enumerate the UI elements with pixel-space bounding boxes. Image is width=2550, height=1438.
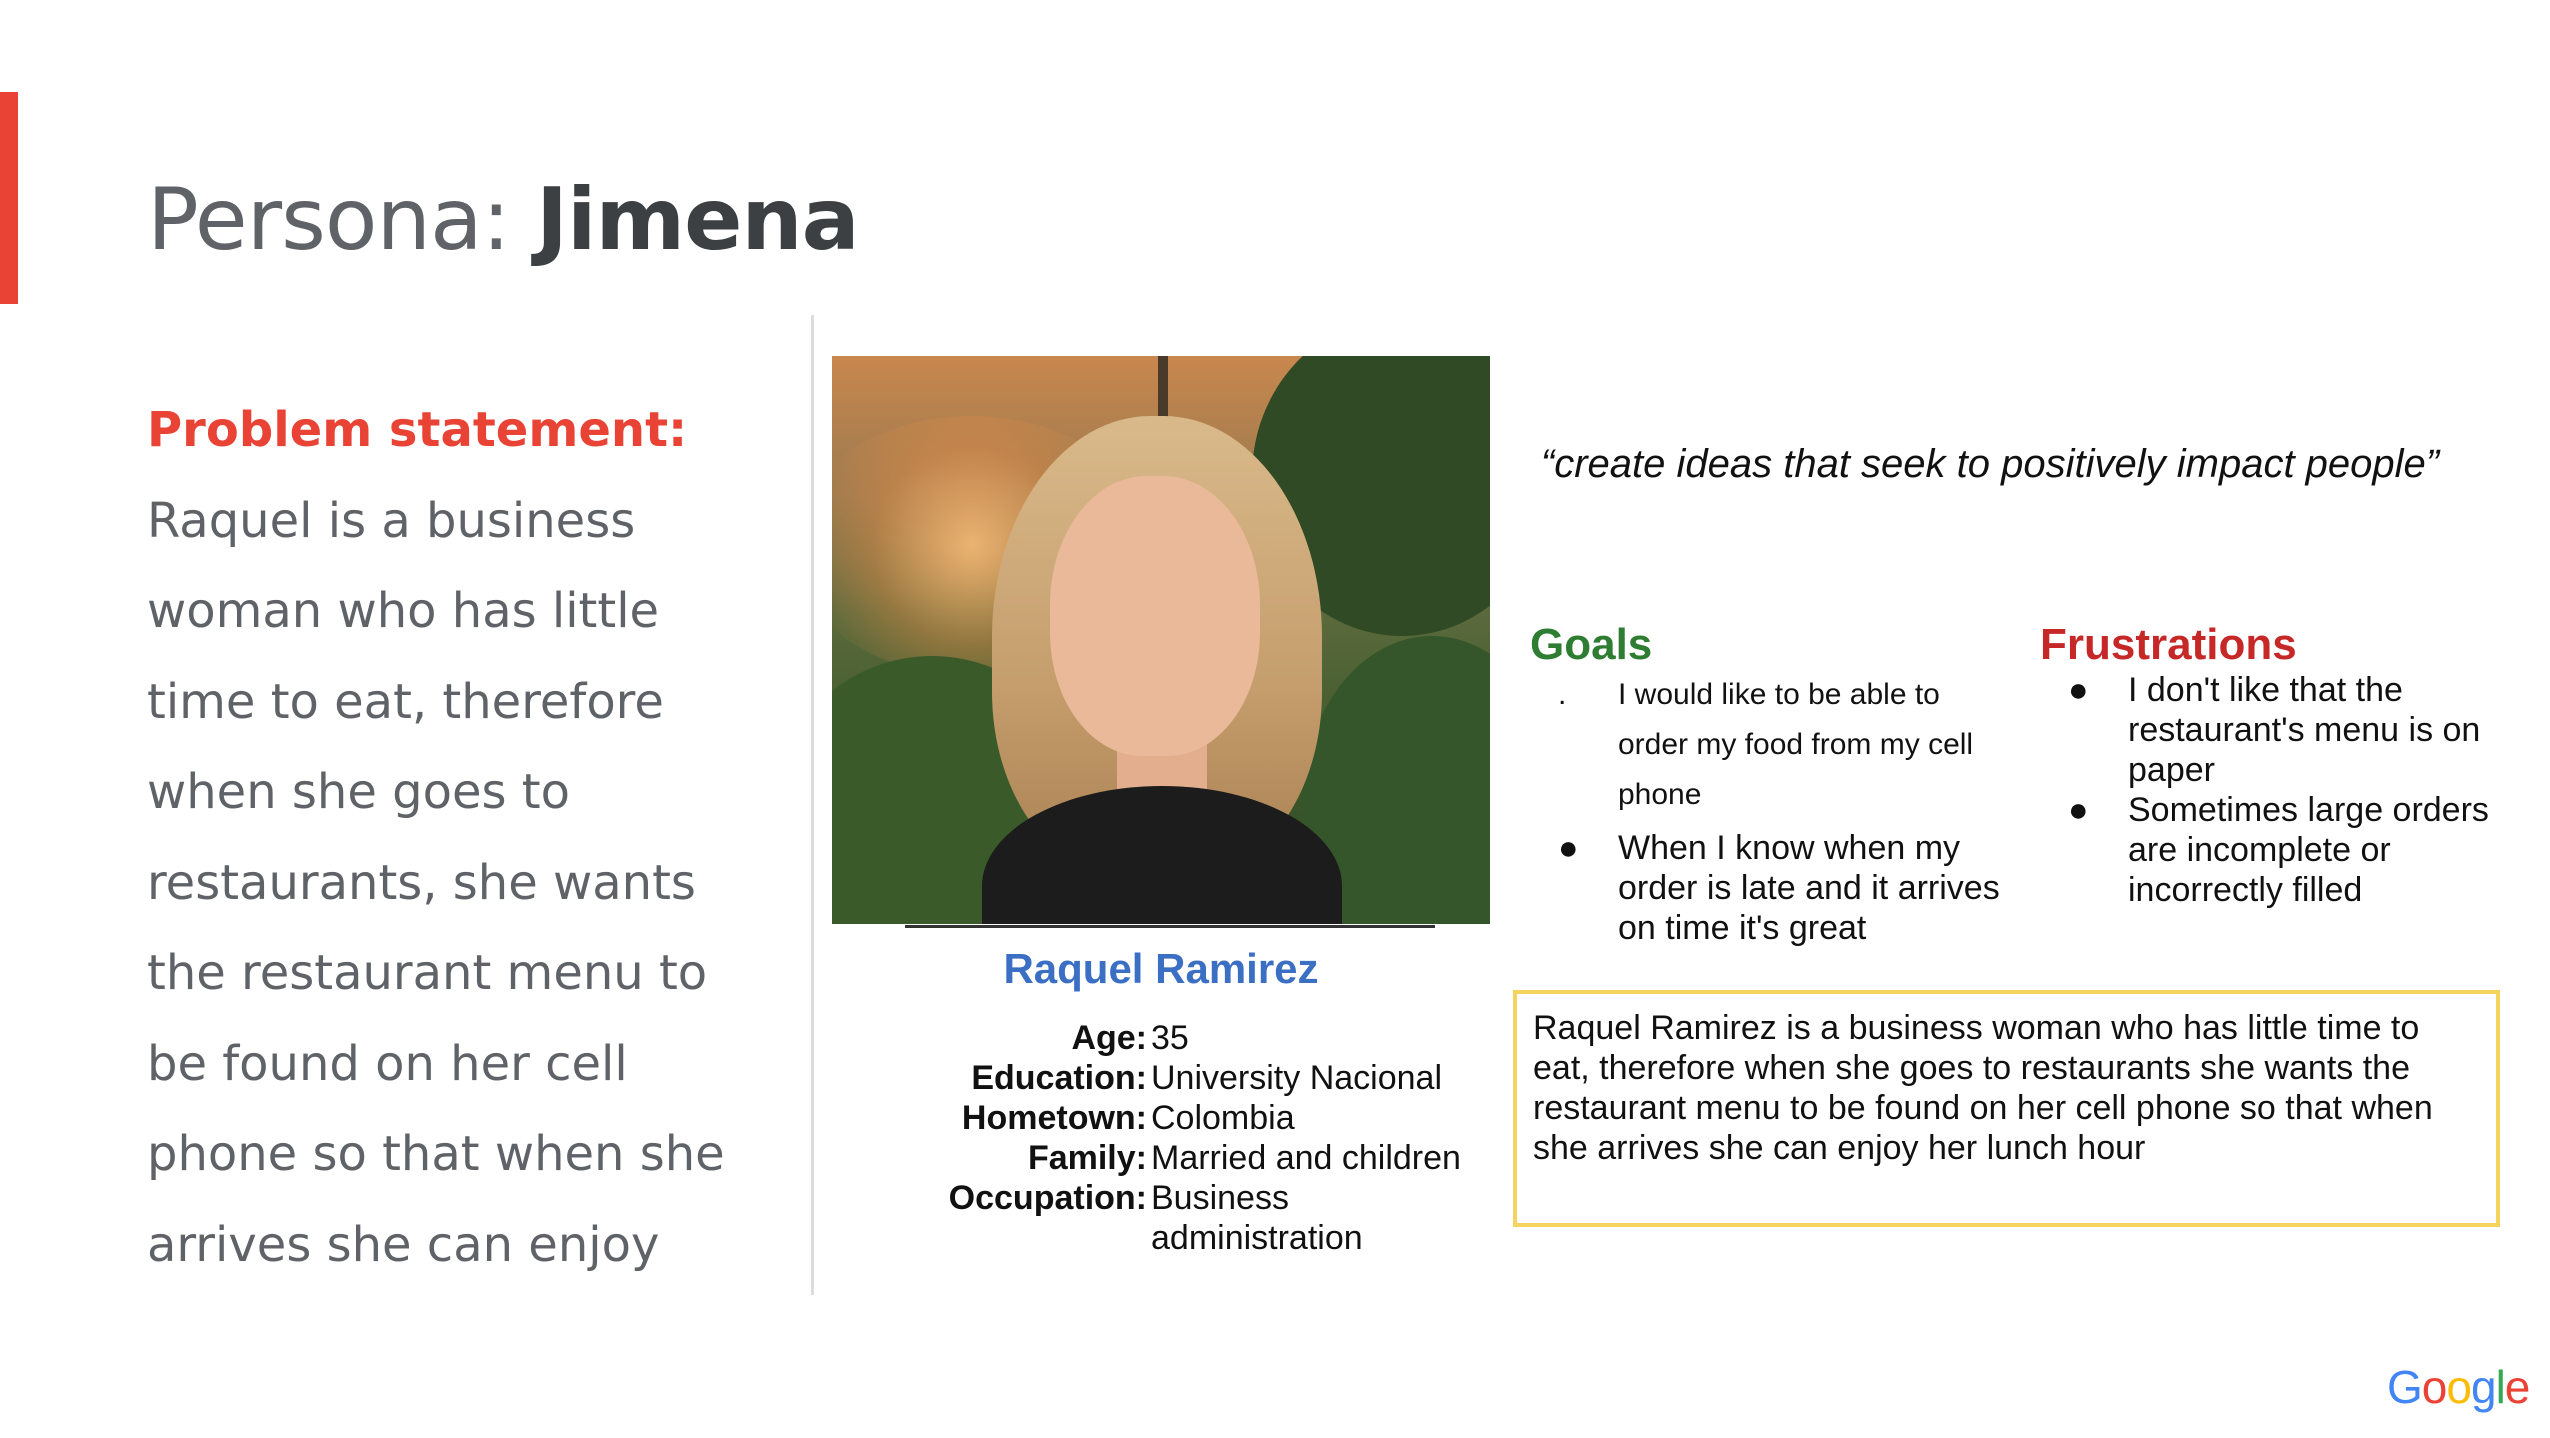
persona-quote: “create ideas that seek to positively im…	[1540, 442, 2440, 486]
logo-letter: o	[2446, 1361, 2472, 1413]
fact-value: Married and children	[1151, 1139, 1461, 1177]
slide-title: Persona: Jimena	[147, 170, 860, 270]
photo-face	[1050, 476, 1260, 756]
fact-key: Hometown:	[961, 1099, 1147, 1137]
persona-photo	[832, 356, 1490, 924]
photo-underline	[905, 925, 1435, 928]
title-persona-name: Jimena	[536, 170, 860, 270]
fact-row-age: Age: 35	[832, 1018, 1512, 1058]
persona-facts: Age: 35 Education: University Nacional H…	[832, 1018, 1512, 1258]
problem-statement-label: Problem statement:	[147, 402, 688, 458]
goals-heading: Goals	[1530, 620, 1653, 669]
logo-letter: G	[2387, 1361, 2423, 1413]
fact-value: Colombia	[1151, 1099, 1295, 1137]
logo-letter: l	[2495, 1361, 2506, 1413]
fact-key: Education:	[971, 1059, 1147, 1097]
bullet-dot: ●	[2068, 671, 2089, 709]
persona-name: Raquel Ramirez	[1003, 945, 1319, 992]
fact-row-occupation: Occupation: Business administration	[832, 1178, 1512, 1258]
fact-row-family: Family: Married and children	[832, 1138, 1512, 1178]
logo-letter: e	[2504, 1361, 2531, 1413]
goal-text: When I know when my order is late and it…	[1618, 829, 2000, 947]
bullet-dot: .	[1558, 678, 1567, 711]
fact-value: University Nacional	[1151, 1059, 1442, 1097]
frustrations-heading: Frustrations	[2040, 620, 2297, 669]
goal-item: . I would like to be able to order my fo…	[1533, 670, 2013, 820]
logo-letter: o	[2421, 1361, 2448, 1413]
frustration-item: ● Sometimes large orders are incomplete …	[2043, 790, 2493, 910]
goals-list: . I would like to be able to order my fo…	[1533, 670, 2013, 948]
persona-summary: Raquel Ramirez is a business woman who h…	[1513, 990, 2500, 1227]
goal-text: I would like to be able to order my food…	[1618, 678, 1974, 811]
frustration-text: I don't like that the restaurant's menu …	[2128, 671, 2481, 789]
title-prefix: Persona:	[147, 170, 537, 270]
bullet-dot: ●	[1558, 829, 1579, 867]
logo-letter: g	[2470, 1361, 2497, 1413]
fact-key: Family:	[1027, 1139, 1147, 1177]
fact-row-education: Education: University Nacional	[832, 1058, 1512, 1098]
accent-bar	[0, 92, 18, 304]
goal-item: ● When I know when my order is late and …	[1533, 828, 2013, 948]
problem-statement: Problem statement: Raquel is a business …	[147, 385, 777, 1290]
fact-row-hometown: Hometown: Colombia	[832, 1098, 1512, 1138]
google-logo: Google	[2387, 1360, 2531, 1414]
vertical-divider	[811, 315, 814, 1295]
frustrations-list: ● I don't like that the restaurant's men…	[2043, 670, 2493, 910]
frustration-text: Sometimes large orders are incomplete or…	[2128, 791, 2489, 909]
fact-key: Occupation:	[948, 1179, 1147, 1217]
fact-value: 35	[1151, 1019, 1189, 1057]
frustration-item: ● I don't like that the restaurant's men…	[2043, 670, 2493, 790]
bullet-dot: ●	[2068, 791, 2089, 829]
fact-key: Age:	[1071, 1019, 1147, 1057]
fact-value: Business administration	[1151, 1179, 1363, 1257]
problem-statement-text: Raquel is a business woman who has littl…	[147, 492, 725, 1273]
